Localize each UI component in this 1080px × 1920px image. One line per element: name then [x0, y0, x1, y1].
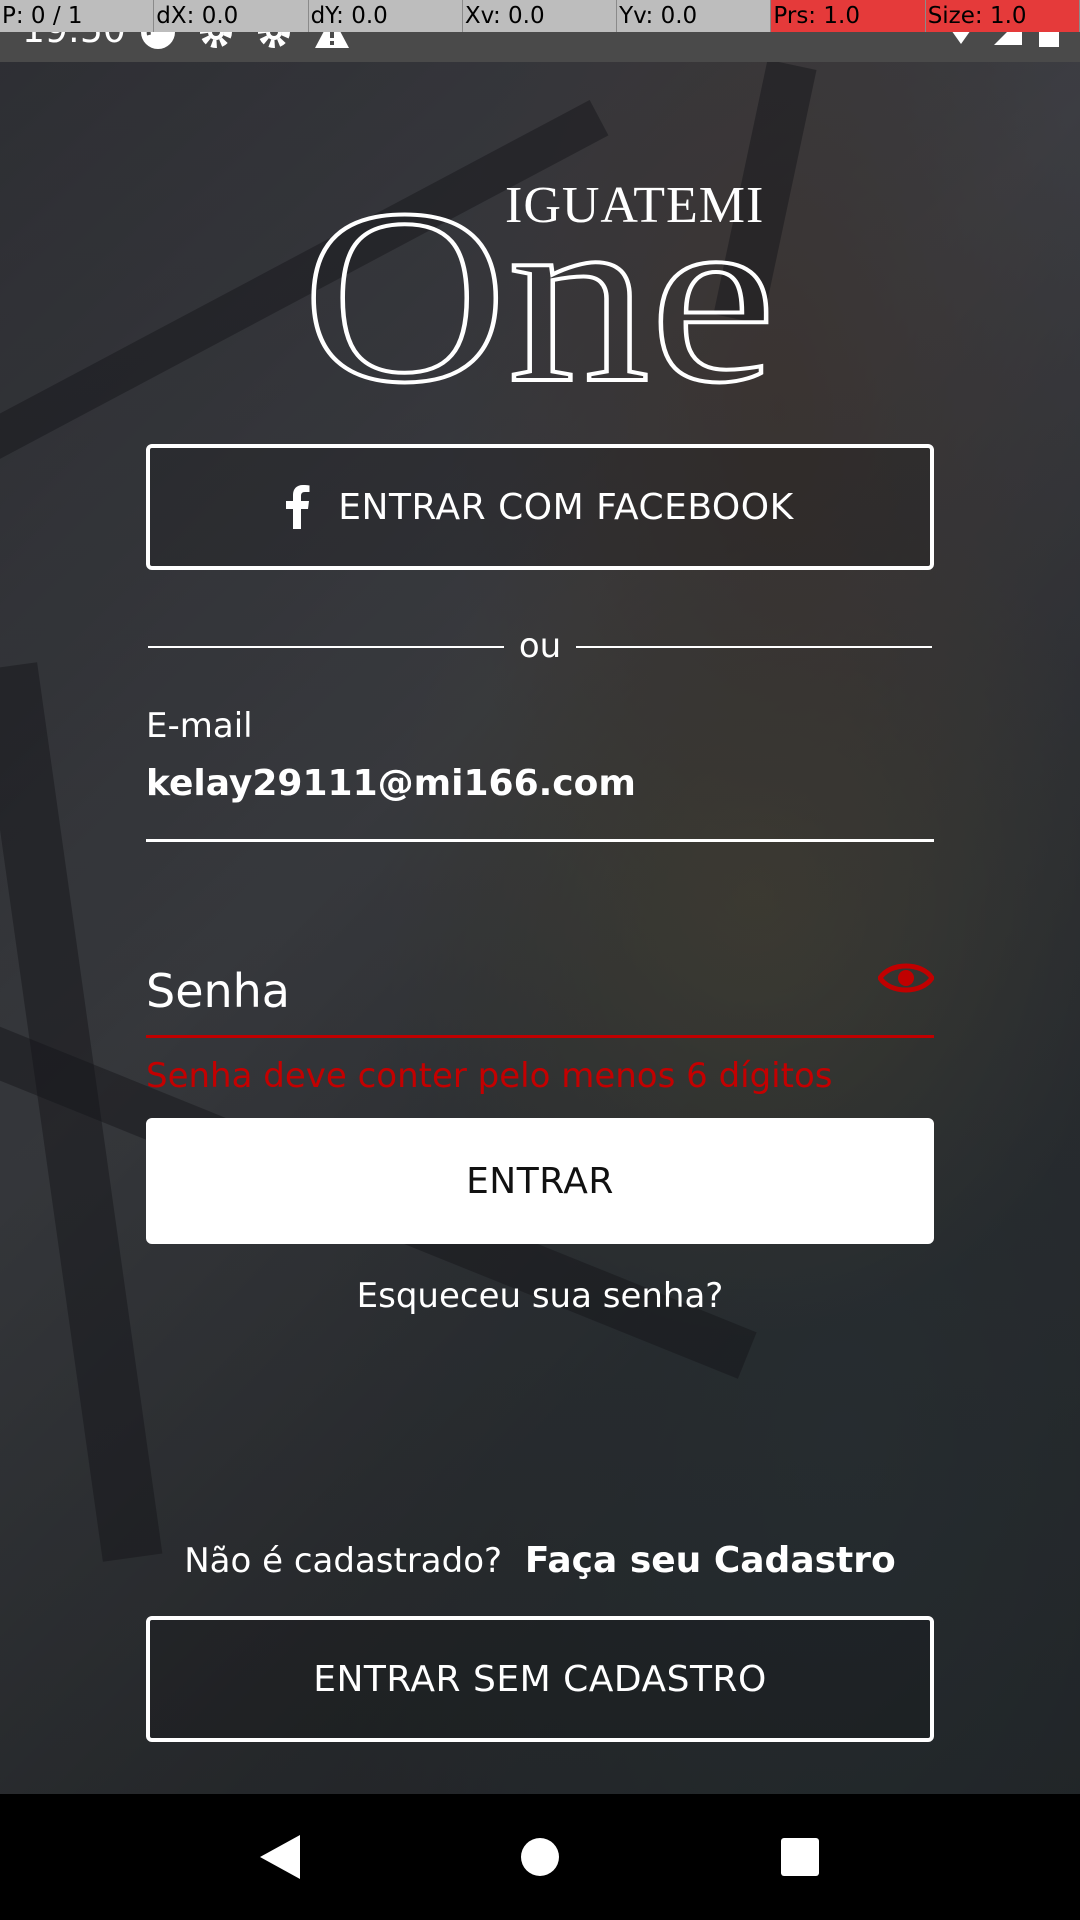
guest-login-label: ENTRAR SEM CADASTRO: [313, 1658, 767, 1700]
pointer-debug-bar: P: 0 / 1 dX: 0.0 dY: 0.0 Xv: 0.0 Yv: 0.0…: [0, 0, 1080, 32]
facebook-login-button[interactable]: ENTRAR COM FACEBOOK: [146, 444, 934, 570]
login-button[interactable]: ENTRAR: [146, 1118, 934, 1244]
login-button-label: ENTRAR: [466, 1160, 614, 1202]
facebook-icon: [286, 485, 310, 529]
register-link[interactable]: Faça seu Cadastro: [525, 1540, 896, 1581]
debug-dy: dY: 0.0: [309, 0, 463, 32]
debug-size: Size: 1.0: [925, 0, 1080, 32]
iguatemi-one-logo: IGUATEMI One: [300, 156, 780, 437]
forgot-password-link[interactable]: Esqueceu sua senha?: [0, 1276, 1080, 1316]
debug-xv: Xv: 0.0: [463, 0, 618, 32]
guest-login-button[interactable]: ENTRAR SEM CADASTRO: [146, 1616, 934, 1742]
recents-icon[interactable]: [765, 1822, 835, 1892]
divider-line-right: [576, 646, 932, 648]
back-icon[interactable]: [245, 1822, 315, 1892]
forgot-password-label: Esqueceu sua senha?: [356, 1276, 724, 1316]
email-field[interactable]: kelay29111@mi166.com: [146, 762, 934, 842]
debug-pointer-count: P: 0 / 1: [0, 0, 155, 32]
or-divider: ou: [148, 622, 932, 672]
debug-yv: Yv: 0.0: [617, 0, 772, 32]
debug-pressure: Prs: 1.0: [771, 0, 926, 32]
facebook-login-label: ENTRAR COM FACEBOOK: [338, 486, 794, 528]
password-error-message: Senha deve conter pelo menos 6 dígitos: [146, 1056, 833, 1096]
email-label: E-mail: [146, 706, 253, 746]
navigation-bar: [0, 1794, 1080, 1920]
password-field[interactable]: Senha: [146, 958, 935, 1038]
home-icon[interactable]: [505, 1822, 575, 1892]
eye-icon[interactable]: [877, 958, 935, 998]
register-question: Não é cadastrado?: [184, 1541, 503, 1581]
password-placeholder: Senha: [146, 964, 290, 1018]
debug-dx: dX: 0.0: [154, 0, 309, 32]
logo-brand-main: One: [302, 180, 776, 390]
register-prompt: Não é cadastrado? Faça seu Cadastro: [0, 1540, 1080, 1581]
